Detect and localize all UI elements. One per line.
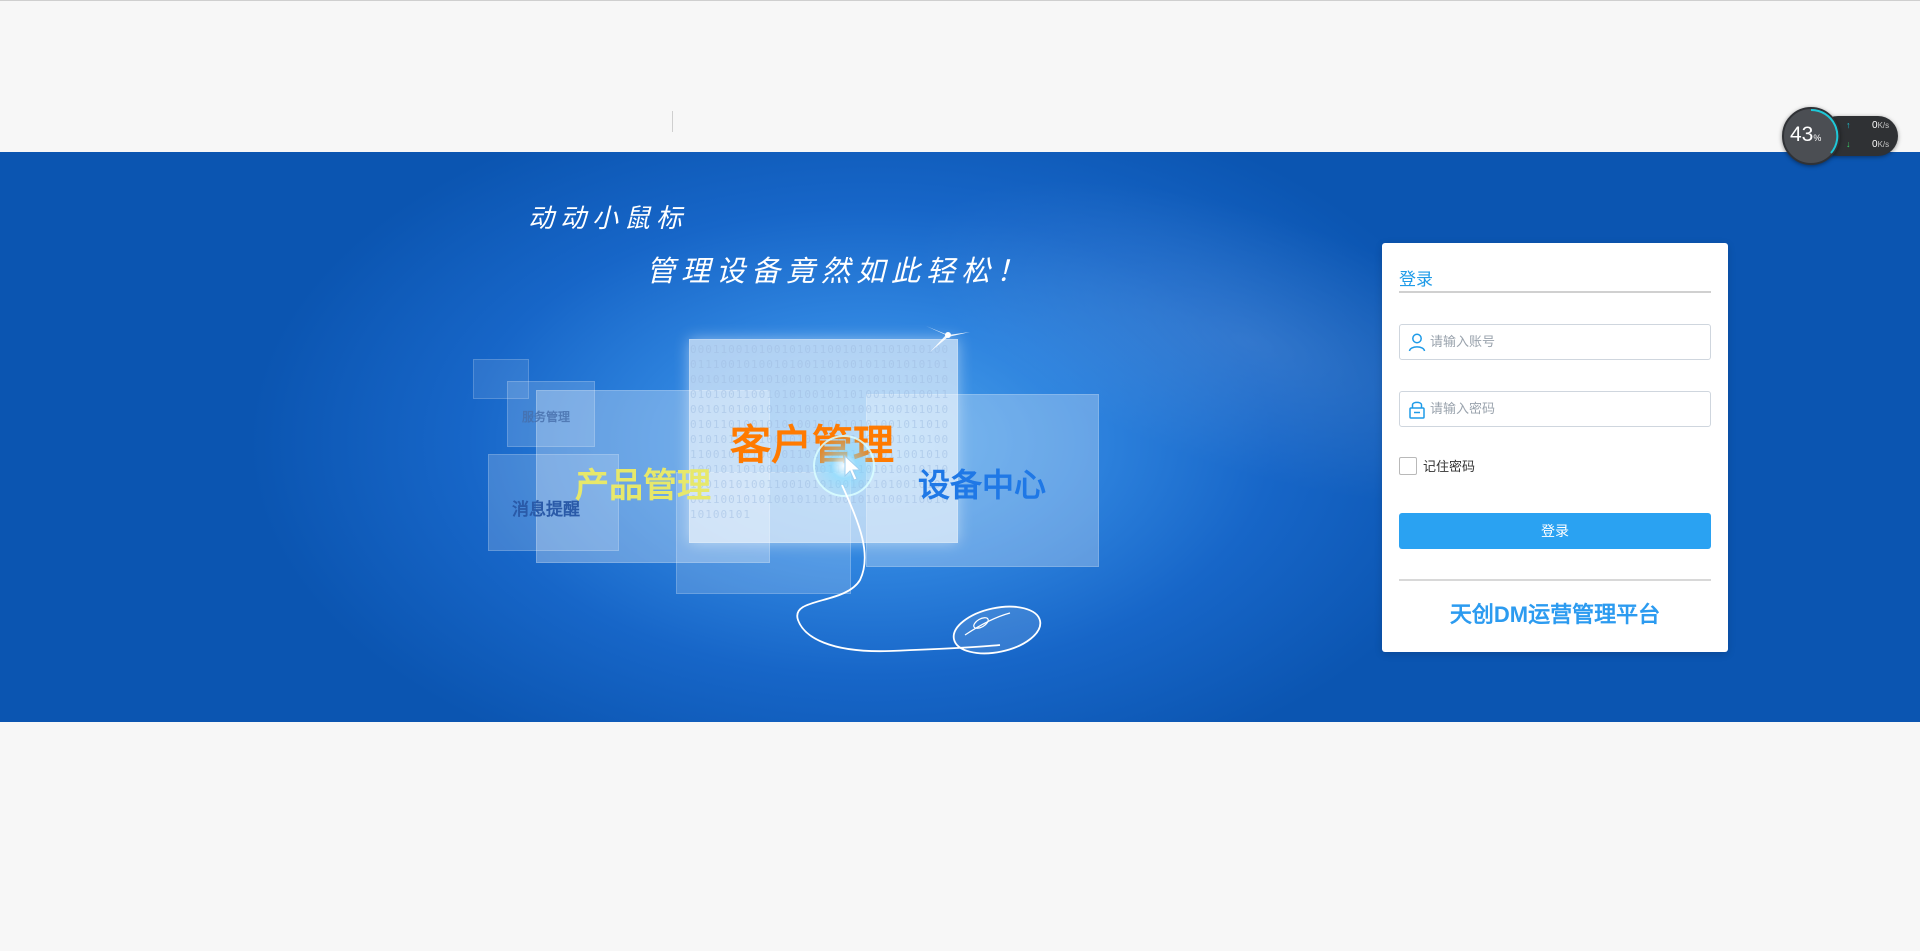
platform-name: 天创DM运营管理平台 — [1449, 602, 1661, 627]
memory-usage-percent-sign: % — [1813, 133, 1822, 143]
remember-password[interactable]: 记住密码 — [1399, 456, 1475, 475]
login-title: 登录 — [1399, 270, 1433, 290]
lock-icon — [1409, 401, 1425, 419]
login-card: 登录 记住密码 登录 天创DM运营管理平台 — [1382, 243, 1728, 652]
username-input[interactable] — [1430, 325, 1702, 359]
module-label-message: 消息提醒 — [512, 500, 580, 519]
password-field[interactable] — [1399, 391, 1711, 427]
page-top-border — [0, 0, 1920, 1]
download-arrow-icon: ↓ — [1846, 139, 1851, 149]
username-field[interactable] — [1399, 324, 1711, 360]
computer-mouse-icon — [796, 485, 1042, 655]
network-speed-widget[interactable]: 43% ↑ 0K/s ↓ 0K/s — [1782, 107, 1902, 165]
tagline-line-2: 管理设备竟然如此轻松！ — [646, 254, 1032, 288]
upload-arrow-icon: ↑ — [1846, 120, 1851, 130]
login-button[interactable]: 登录 — [1399, 513, 1711, 549]
remember-password-label: 记住密码 — [1423, 460, 1476, 475]
memory-usage-value: 43 — [1790, 123, 1814, 146]
user-icon — [1408, 333, 1426, 352]
download-speed-unit: K/s — [1877, 140, 1890, 149]
header-divider — [672, 111, 673, 132]
cursor-arrow-icon — [844, 454, 861, 481]
login-title-underline — [1399, 291, 1711, 293]
upload-speed-readout: 0K/s — [1872, 120, 1889, 131]
login-footer-divider — [1399, 579, 1711, 581]
tagline-line-1: 动动小鼠标 — [528, 204, 689, 234]
remember-password-checkbox[interactable] — [1399, 456, 1417, 475]
module-label-product: 产品管理 — [575, 467, 711, 505]
download-speed-readout: 0K/s — [1872, 139, 1889, 150]
download-speed: ↓ 0K/s — [1842, 138, 1900, 154]
memory-usage-percent: 43% — [1790, 123, 1821, 147]
module-label-service: 服务管理 — [522, 410, 571, 424]
sparkle-icon — [926, 326, 970, 352]
password-input[interactable] — [1430, 392, 1702, 426]
upload-speed: ↑ 0K/s — [1842, 119, 1900, 135]
upload-speed-unit: K/s — [1877, 121, 1890, 130]
